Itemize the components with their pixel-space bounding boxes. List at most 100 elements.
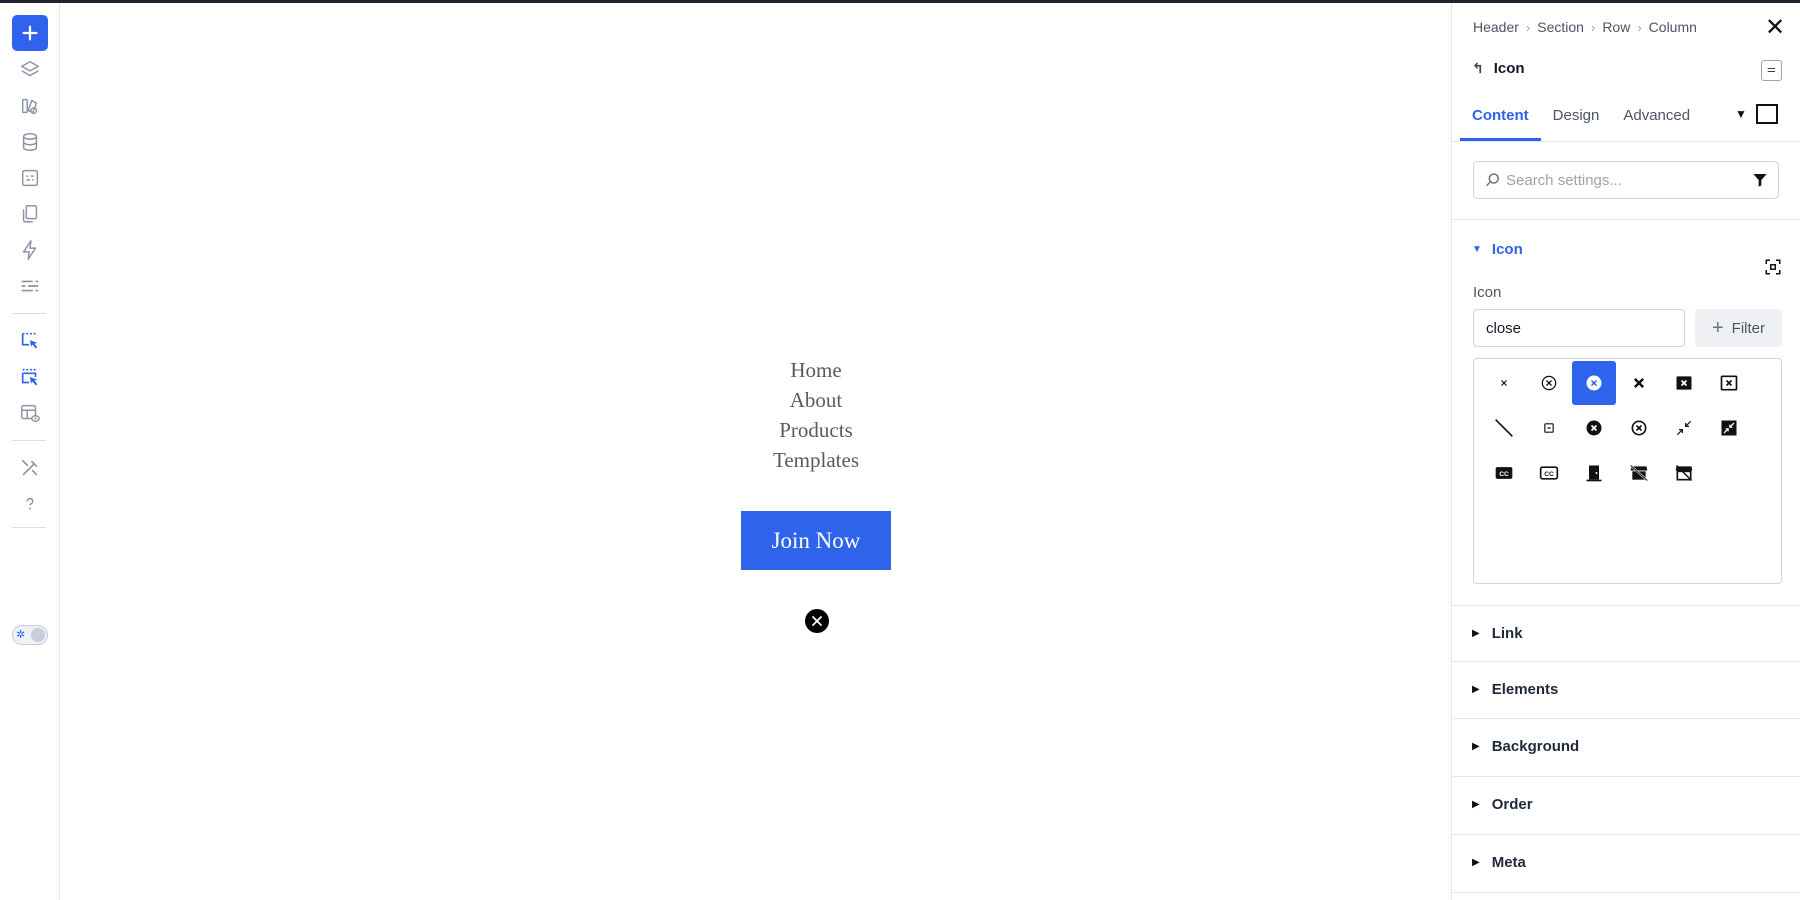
back-arrow-icon[interactable]: ↰ [1472, 60, 1484, 77]
chevron-right-icon: › [1590, 19, 1596, 35]
panel-tabs: Content Design Advanced [1460, 99, 1702, 141]
caret-down-icon: ▼ [1472, 244, 1482, 255]
library-button[interactable] [12, 88, 48, 124]
theme-toggle[interactable]: ✲ [12, 625, 48, 645]
breadcrumb: Header › Section › Row › Column [1473, 19, 1697, 35]
tools-button[interactable] [12, 450, 48, 486]
wrench-screwdriver-icon [21, 459, 38, 476]
tab-design[interactable]: Design [1541, 99, 1612, 141]
plus-icon: + [1711, 317, 1724, 339]
filter-funnel-icon[interactable] [1752, 172, 1768, 188]
element-header: ↰ Icon [1472, 60, 1525, 77]
caret-right-icon: ▶ [1472, 799, 1480, 810]
element-options-button[interactable]: ⚌ [1761, 60, 1782, 81]
layers-button[interactable] [12, 52, 48, 88]
help-button[interactable] [12, 486, 48, 522]
close-icon: ✕ [1764, 14, 1786, 41]
circle-x-outline-icon[interactable] [1527, 361, 1571, 405]
collapse-square-icon[interactable] [1707, 406, 1751, 450]
icon-picker-grid: CC CC [1473, 358, 1782, 584]
circle-x-thick-outline-icon[interactable] [1617, 406, 1661, 450]
door-closed-icon[interactable] [1572, 451, 1616, 495]
tab-advanced[interactable]: Advanced [1611, 99, 1702, 141]
x-small-icon[interactable] [1482, 361, 1526, 405]
add-element-button[interactable] [12, 15, 48, 51]
icon-section-header[interactable]: ▼ Icon [1472, 241, 1523, 258]
toggle-knob [31, 628, 45, 642]
filter-label: Filter [1731, 319, 1766, 337]
icon-search-field[interactable] [1473, 309, 1685, 347]
closed-caption-outline-icon[interactable]: CC [1527, 451, 1571, 495]
section-elements[interactable]: ▶ Elements [1472, 681, 1558, 698]
breadcrumb-item-column[interactable]: Column [1649, 19, 1697, 35]
caret-down-icon[interactable]: ▼ [1735, 107, 1747, 121]
shop-off-icon[interactable] [1662, 451, 1706, 495]
menu-item-products[interactable]: Products [701, 415, 931, 445]
breadcrumb-item-header[interactable]: Header [1473, 19, 1519, 35]
settings-sliders-button[interactable] [12, 268, 48, 304]
square-icon[interactable] [1756, 104, 1778, 124]
caret-right-icon: ▶ [1472, 628, 1480, 639]
settings-panel: Header › Section › Row › Column ✕ ↰ Icon… [1451, 3, 1800, 900]
section-link-label: Link [1491, 625, 1523, 642]
menu-item-about[interactable]: About [701, 385, 931, 415]
section-background-label: Background [1491, 738, 1580, 755]
close-panel-button[interactable]: ✕ [1764, 14, 1786, 41]
circle-x-filled-icon[interactable] [805, 609, 829, 633]
sliders-icon: ⚌ [1767, 64, 1776, 75]
icon-filter-button[interactable]: + Filter [1695, 309, 1782, 347]
element-title: Icon [1493, 60, 1525, 77]
chevron-right-icon: › [1637, 19, 1642, 35]
icon-field-label: Icon [1473, 284, 1502, 301]
svg-text:CC: CC [1544, 471, 1554, 478]
minimize-arrows-icon[interactable] [1662, 406, 1706, 450]
layers-icon [21, 61, 39, 77]
breadcrumb-item-row[interactable]: Row [1602, 19, 1630, 35]
form-icon [21, 169, 39, 187]
section-divider [1452, 219, 1800, 220]
search-input[interactable] [1506, 163, 1736, 197]
tabs-divider [1452, 141, 1800, 142]
section-order-label: Order [1491, 796, 1533, 813]
section-divider [1452, 834, 1800, 835]
menu-item-home[interactable]: Home [701, 355, 931, 385]
pages-button[interactable] [12, 196, 48, 232]
section-divider [1452, 718, 1800, 719]
x-bold-icon[interactable] [1617, 361, 1661, 405]
caret-right-icon: ▶ [1472, 741, 1480, 752]
circle-x-filled-icon[interactable] [1572, 361, 1616, 405]
circle-x-solid-icon[interactable] [1572, 406, 1616, 450]
closed-caption-filled-icon[interactable]: CC [1482, 451, 1526, 495]
section-link[interactable]: ▶ Link [1472, 625, 1523, 642]
section-background[interactable]: ▶ Background [1472, 738, 1579, 755]
forms-button[interactable] [12, 160, 48, 196]
section-divider [1452, 605, 1800, 606]
shapes-library-icon [21, 98, 38, 115]
section-meta[interactable]: ▶ Meta [1472, 854, 1526, 871]
select-tool-button[interactable] [12, 323, 48, 359]
caret-right-icon: ▶ [1472, 684, 1480, 695]
slash-line-icon[interactable] [1482, 406, 1526, 450]
breadcrumb-item-section[interactable]: Section [1537, 19, 1584, 35]
select-cursor-icon [21, 332, 38, 349]
rail-divider [12, 440, 46, 441]
editor-canvas[interactable]: Home About Products Templates Join Now [61, 3, 1451, 900]
store-closed-icon[interactable] [1617, 451, 1661, 495]
sliders-icon [21, 280, 39, 292]
square-minus-small-icon[interactable] [1527, 406, 1571, 450]
layout-eye-icon [21, 404, 40, 422]
square-x-outline-icon[interactable] [1707, 361, 1751, 405]
tab-content[interactable]: Content [1460, 99, 1541, 141]
interactions-button[interactable] [12, 232, 48, 268]
focus-target-icon[interactable] [1764, 258, 1782, 276]
square-x-filled-icon[interactable] [1662, 361, 1706, 405]
pages-copy-icon [22, 205, 38, 223]
section-meta-label: Meta [1491, 854, 1526, 871]
data-button[interactable] [12, 124, 48, 160]
question-mark-icon [26, 497, 34, 510]
menu-item-templates[interactable]: Templates [701, 445, 931, 475]
section-order[interactable]: ▶ Order [1472, 796, 1533, 813]
multi-select-tool-button[interactable] [12, 359, 48, 395]
join-now-button[interactable]: Join Now [741, 511, 891, 570]
preview-button[interactable] [12, 395, 48, 431]
